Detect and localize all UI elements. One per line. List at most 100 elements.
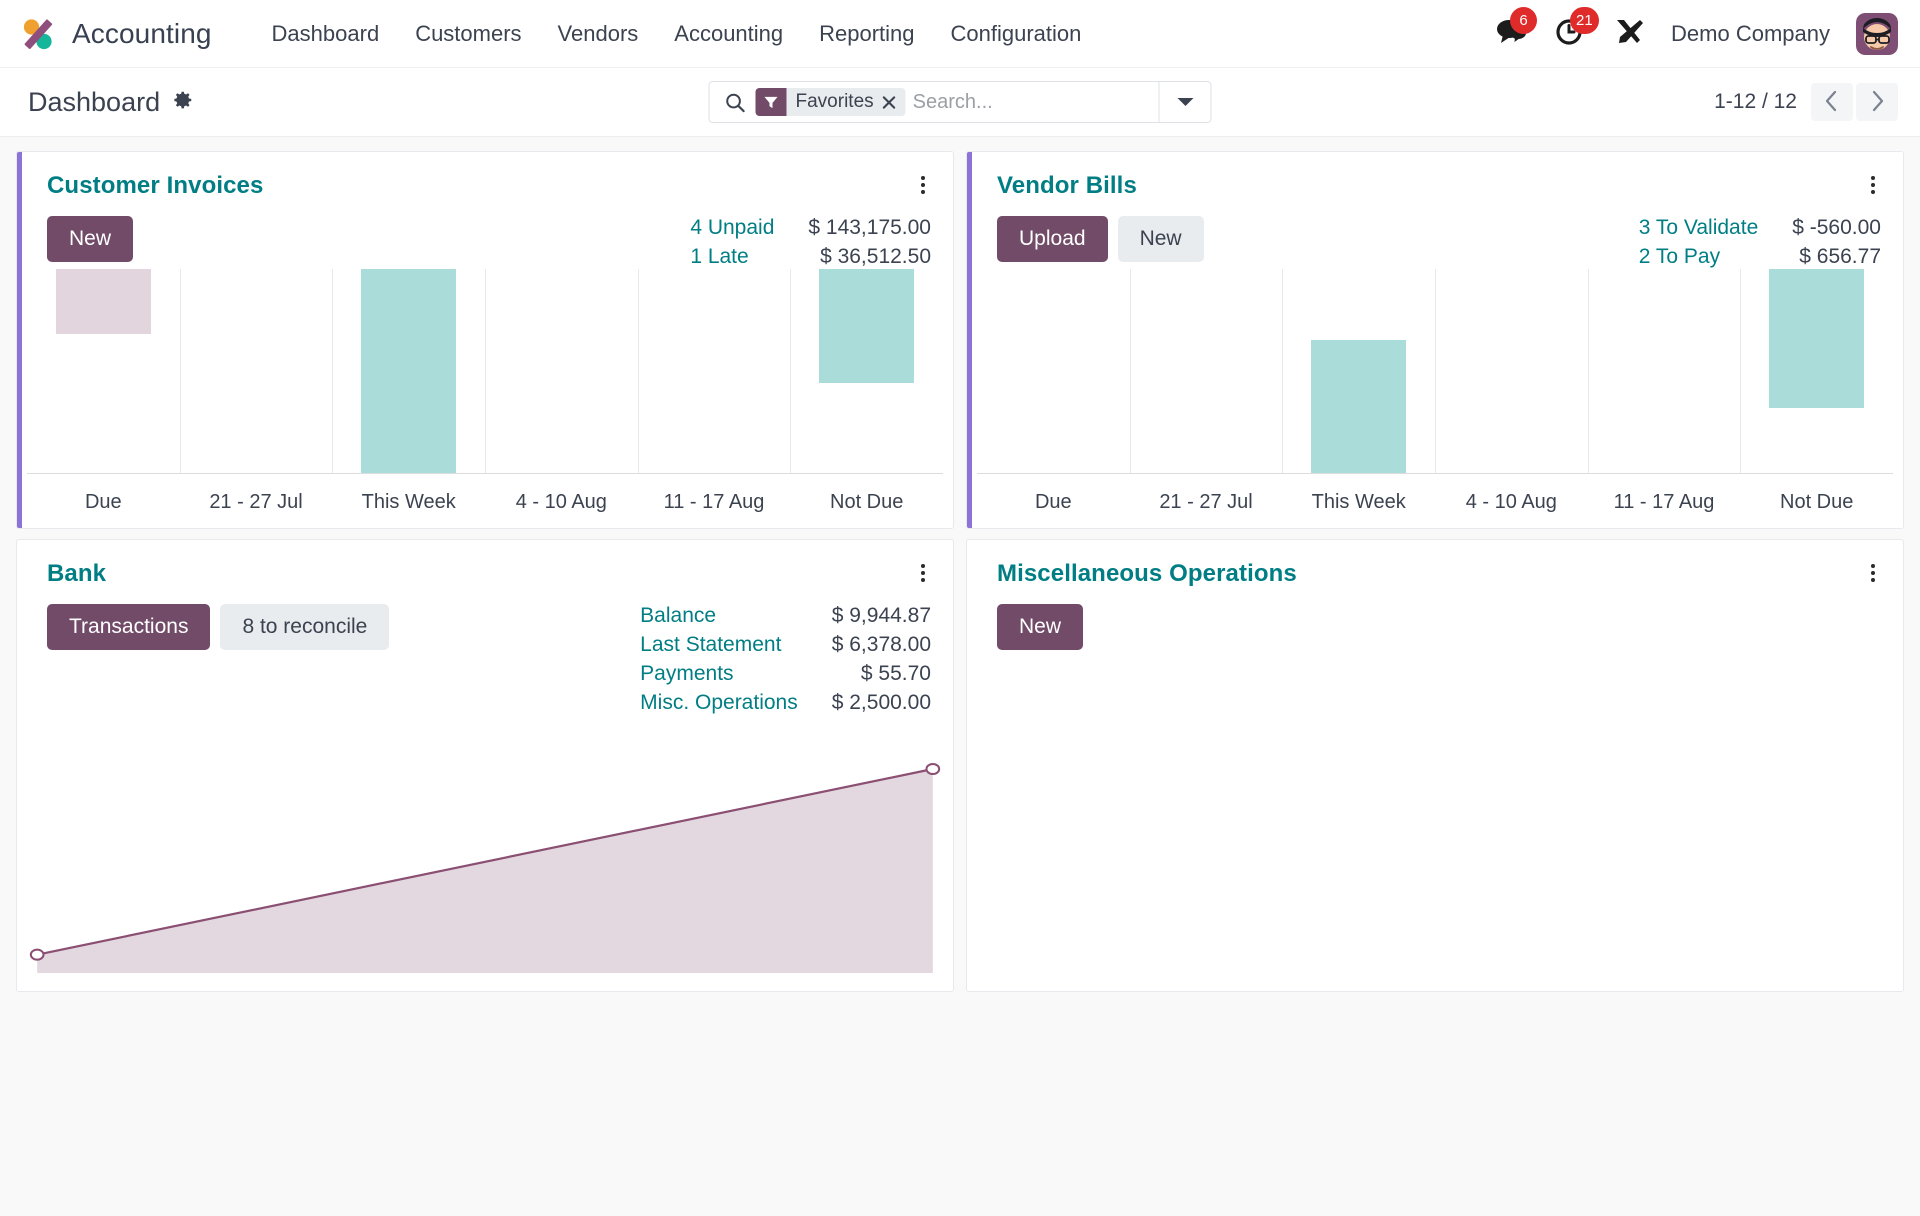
chart-axis-tick: This Week	[361, 490, 456, 513]
card-body: New	[967, 588, 1903, 650]
chart-bar-column	[977, 269, 1130, 473]
chart-bar-column	[1129, 269, 1283, 473]
card-bank: Bank Transactions 8 to reconcile Balance…	[16, 539, 954, 992]
figure-label-misc-operations[interactable]: Misc. Operations	[640, 691, 798, 715]
chart-x-axis: Due 21 - 27 Jul This Week 4 - 10 Aug 11 - 17…	[977, 474, 1893, 528]
messages-button[interactable]: 6	[1495, 7, 1538, 51]
figure-label-late[interactable]: 1 Late	[690, 245, 774, 269]
search-facet-favorites[interactable]: Favorites	[755, 88, 906, 116]
menu-item-accounting[interactable]: Accounting	[656, 13, 801, 55]
vertical-dots-icon[interactable]	[915, 172, 931, 198]
figure-label-last-statement[interactable]: Last Statement	[640, 633, 798, 657]
new-entry-button[interactable]: New	[997, 604, 1084, 650]
activities-count-badge: 21	[1570, 7, 1599, 34]
breadcrumb: Dashboard	[28, 87, 194, 118]
card-header: Bank	[17, 540, 953, 588]
chart-axis-tick: 11 - 17 Aug	[663, 490, 765, 513]
chart-bar-column	[637, 269, 791, 473]
bank-balance-area-svg	[27, 761, 943, 973]
user-avatar-icon[interactable]	[1856, 12, 1898, 55]
menu-item-vendors[interactable]: Vendors	[540, 13, 657, 55]
bank-balance-chart	[17, 761, 953, 991]
chart-bar[interactable]	[819, 269, 915, 384]
figure-value-late: $ 36,512.50	[820, 245, 931, 268]
card-body: New 4 Unpaid $ 143,175.00 1 Late $ 36,51…	[17, 200, 953, 269]
card-title-bank[interactable]: Bank	[47, 560, 106, 588]
figure-value-balance: $ 9,944.87	[831, 604, 931, 627]
card-body: Upload New 3 To Validate $ -560.00 2 To …	[967, 200, 1903, 269]
chart-axis-tick: Not Due	[1780, 490, 1854, 513]
chart-bar-column	[1282, 269, 1435, 473]
to-reconcile-button[interactable]: 8 to reconcile	[220, 604, 390, 650]
odoo-logo-icon	[18, 14, 58, 54]
vertical-dots-icon[interactable]	[1865, 172, 1881, 198]
chart-bar[interactable]	[1769, 269, 1865, 408]
vertical-dots-icon[interactable]	[1865, 560, 1881, 586]
navbar-systray: 6 21 Demo Company	[1495, 7, 1898, 55]
chart-bar[interactable]	[56, 269, 151, 335]
menu-item-reporting[interactable]: Reporting	[801, 13, 932, 55]
chart-axis-tick: Due	[1034, 490, 1072, 513]
page-title: Dashboard	[28, 86, 161, 117]
dashboard-content: Customer Invoices New 4 Unpaid $ 143,175…	[0, 137, 1920, 1216]
card-title-misc-operations[interactable]: Miscellaneous Operations	[997, 560, 1297, 588]
figure-label-to-pay[interactable]: 2 To Pay	[1639, 245, 1758, 269]
upload-bill-button[interactable]: Upload	[997, 216, 1108, 262]
pager: 1-12 / 12	[1714, 83, 1898, 121]
chevron-right-icon	[1869, 89, 1885, 116]
new-invoice-button[interactable]: New	[47, 216, 134, 262]
top-navbar: Accounting Dashboard Customers Vendors A…	[0, 0, 1920, 68]
activities-button[interactable]: 21	[1555, 7, 1599, 51]
chart-bar-column	[1435, 269, 1588, 473]
figure-label-unpaid[interactable]: 4 Unpaid	[690, 216, 774, 240]
pager-previous-button[interactable]	[1811, 83, 1853, 121]
card-actions: Upload New	[997, 216, 1204, 262]
app-brand[interactable]: Accounting	[18, 14, 212, 54]
area-data-point[interactable]	[31, 950, 44, 960]
pager-next-button[interactable]	[1856, 83, 1898, 121]
card-actions: Transactions 8 to reconcile	[47, 604, 390, 650]
card-body: Transactions 8 to reconcile Balance $ 9,…	[17, 588, 953, 715]
figure-label-to-validate[interactable]: 3 To Validate	[1639, 216, 1758, 240]
vendor-bills-chart: Due 21 - 27 Jul This Week 4 - 10 Aug 11 - 17…	[967, 269, 1903, 528]
chart-bar[interactable]	[361, 269, 456, 473]
area-fill	[37, 769, 933, 973]
menu-item-customers[interactable]: Customers	[397, 13, 539, 55]
chart-axis-tick: 4 - 10 Aug	[1465, 490, 1557, 513]
main-menu: Dashboard Customers Vendors Accounting R…	[254, 13, 1100, 55]
company-switcher[interactable]: Demo Company	[1671, 21, 1830, 47]
chart-x-axis: Due 21 - 27 Jul This Week 4 - 10 Aug 11 - 17…	[27, 474, 943, 528]
chart-axis-tick: 11 - 17 Aug	[1613, 490, 1715, 513]
figure-label-balance[interactable]: Balance	[640, 604, 798, 628]
transactions-button[interactable]: Transactions	[47, 604, 211, 650]
card-header: Customer Invoices	[17, 152, 953, 200]
new-bill-button[interactable]: New	[1117, 216, 1204, 262]
vertical-dots-icon[interactable]	[915, 560, 931, 586]
chevron-down-icon[interactable]	[1158, 82, 1211, 122]
card-title-customer-invoices[interactable]: Customer Invoices	[47, 172, 263, 200]
close-x-icon[interactable]	[881, 95, 906, 110]
search-view[interactable]: Favorites	[708, 81, 1212, 123]
menu-item-dashboard[interactable]: Dashboard	[254, 13, 398, 55]
chart-axis-tick: 21 - 27 Jul	[1159, 490, 1253, 513]
card-actions: New	[997, 604, 1084, 650]
chevron-left-icon	[1824, 89, 1840, 116]
card-title-vendor-bills[interactable]: Vendor Bills	[997, 172, 1137, 200]
figure-label-payments[interactable]: Payments	[640, 662, 798, 686]
card-header: Miscellaneous Operations	[967, 540, 1903, 588]
customer-invoices-chart: Due 21 - 27 Jul This Week 4 - 10 Aug 11 - 17…	[17, 269, 953, 528]
pager-buttons	[1811, 83, 1898, 121]
developer-tools-button[interactable]	[1613, 16, 1645, 51]
gear-icon[interactable]	[172, 89, 194, 116]
search-input[interactable]	[912, 82, 1159, 122]
area-data-point[interactable]	[926, 764, 939, 774]
chart-bar[interactable]	[1311, 340, 1406, 473]
messages-count-badge: 6	[1510, 7, 1538, 34]
menu-item-configuration[interactable]: Configuration	[933, 13, 1100, 55]
search-facet-label: Favorites	[795, 91, 874, 112]
chart-axis-tick: 21 - 27 Jul	[209, 490, 303, 513]
chart-bar-column	[1587, 269, 1741, 473]
chart-bar-column	[1740, 269, 1893, 473]
chart-bar-column	[332, 269, 485, 473]
pager-value: 1-12 / 12	[1714, 90, 1797, 113]
